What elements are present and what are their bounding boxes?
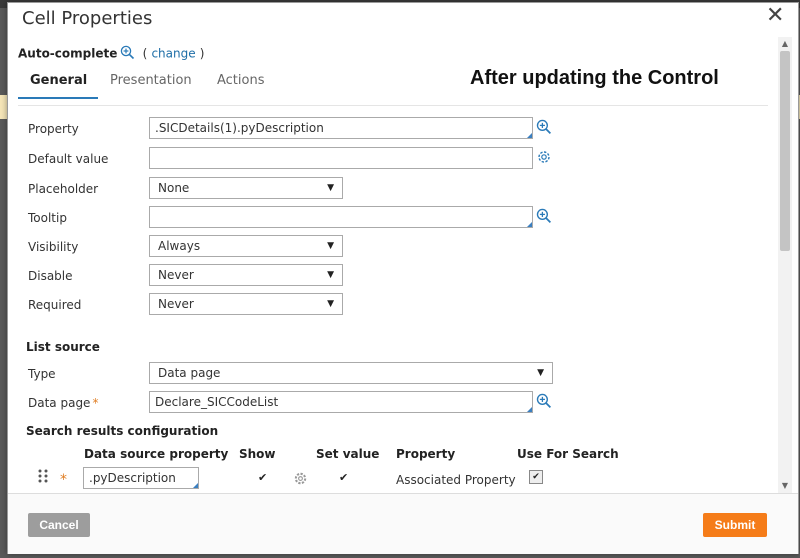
tab-general[interactable]: General (30, 73, 87, 88)
property-value: .SICDetails(1).pyDescription (155, 121, 324, 135)
dialog-footer: Cancel Submit (8, 493, 798, 554)
type-select[interactable]: Data page ▼ (149, 362, 553, 384)
default-value-label: Default value (28, 152, 109, 166)
property-input[interactable]: .SICDetails(1).pyDescription (149, 117, 533, 139)
visibility-selected: Always (158, 239, 201, 253)
col-set-value: Set value (316, 447, 380, 461)
caret-down-icon: ▼ (327, 241, 334, 251)
data-page-input[interactable]: Declare_SICCodeList (149, 391, 533, 413)
zoom-icon[interactable] (536, 393, 552, 412)
vertical-scrollbar[interactable]: ▲ ▼ (778, 37, 792, 493)
disable-label: Disable (28, 269, 73, 283)
required-label: Required (28, 298, 82, 312)
col-use-for-search: Use For Search (517, 447, 619, 461)
placeholder-label: Placeholder (28, 182, 99, 196)
data-source-property-value: .pyDescription (89, 471, 176, 485)
col-data-source-property: Data source property (84, 447, 229, 461)
dialog-title: Cell Properties (22, 8, 153, 29)
visibility-label: Visibility (28, 240, 79, 254)
active-tab-indicator (18, 97, 98, 99)
use-for-search-checkbox[interactable]: ✔ (529, 470, 543, 484)
general-panel: Property .SICDetails(1).pyDescription De… (18, 105, 768, 489)
search-results-heading: Search results configuration (26, 424, 219, 438)
placeholder-select[interactable]: None ▼ (149, 177, 343, 199)
tab-actions[interactable]: Actions (217, 73, 265, 88)
corner-marker (527, 222, 532, 227)
paren-open: ( (142, 46, 148, 61)
caret-down-icon: ▼ (327, 270, 334, 280)
disable-selected: Never (158, 268, 194, 282)
corner-marker (527, 407, 532, 412)
scroll-down-arrow-icon[interactable]: ▼ (780, 481, 790, 491)
col-show: Show (239, 447, 276, 461)
paren-close: ) (199, 46, 205, 61)
cancel-button[interactable]: Cancel (28, 513, 90, 537)
zoom-icon[interactable] (536, 119, 552, 138)
required-selected: Never (158, 297, 194, 311)
data-page-value: Declare_SICCodeList (155, 395, 279, 409)
list-source-heading: List source (26, 340, 100, 354)
change-link[interactable]: change (151, 47, 195, 61)
autocomplete-label: Auto-complete (18, 46, 118, 61)
scroll-thumb[interactable] (780, 51, 790, 251)
annotation-text: After updating the Control (470, 67, 719, 89)
data-source-property-input[interactable]: .pyDescription (83, 467, 199, 489)
scroll-up-arrow-icon[interactable]: ▲ (780, 39, 790, 49)
tooltip-label: Tooltip (28, 211, 67, 225)
caret-down-icon: ▼ (537, 368, 544, 378)
drag-handle-icon[interactable] (38, 469, 48, 486)
tooltip-input[interactable] (149, 206, 533, 228)
disable-select[interactable]: Never ▼ (149, 264, 343, 286)
cell-properties-dialog: Cell Properties ✕ Auto-complete ( change… (7, 2, 799, 554)
caret-down-icon: ▼ (327, 299, 334, 309)
zoom-icon[interactable] (536, 208, 552, 227)
required-select[interactable]: Never ▼ (149, 293, 343, 315)
dialog-content: Auto-complete ( change ) General Present… (8, 37, 778, 491)
set-value-checkbox[interactable]: ✔ (339, 471, 348, 484)
row-required-star: * (60, 472, 67, 488)
zoom-icon[interactable] (120, 45, 135, 63)
row-property-value: Associated Property (396, 473, 516, 487)
type-selected: Data page (158, 366, 221, 380)
default-value-input[interactable] (149, 147, 533, 169)
autocomplete-row: Auto-complete ( change ) (18, 45, 204, 63)
corner-marker (527, 133, 532, 138)
placeholder-selected: None (158, 181, 190, 195)
property-label: Property (28, 122, 79, 136)
corner-marker (193, 483, 198, 488)
gear-icon[interactable] (536, 149, 552, 168)
gear-icon[interactable] (293, 471, 308, 489)
col-property: Property (396, 447, 456, 461)
tab-presentation[interactable]: Presentation (110, 73, 192, 88)
close-icon[interactable]: ✕ (766, 3, 784, 28)
dialog-titlebar: Cell Properties ✕ (8, 3, 798, 37)
data-page-label: Data page * (28, 396, 99, 410)
submit-button[interactable]: Submit (703, 513, 767, 537)
required-asterisk: * (92, 396, 99, 410)
show-checkbox[interactable]: ✔ (258, 471, 267, 484)
type-label: Type (28, 367, 56, 381)
visibility-select[interactable]: Always ▼ (149, 235, 343, 257)
caret-down-icon: ▼ (327, 183, 334, 193)
